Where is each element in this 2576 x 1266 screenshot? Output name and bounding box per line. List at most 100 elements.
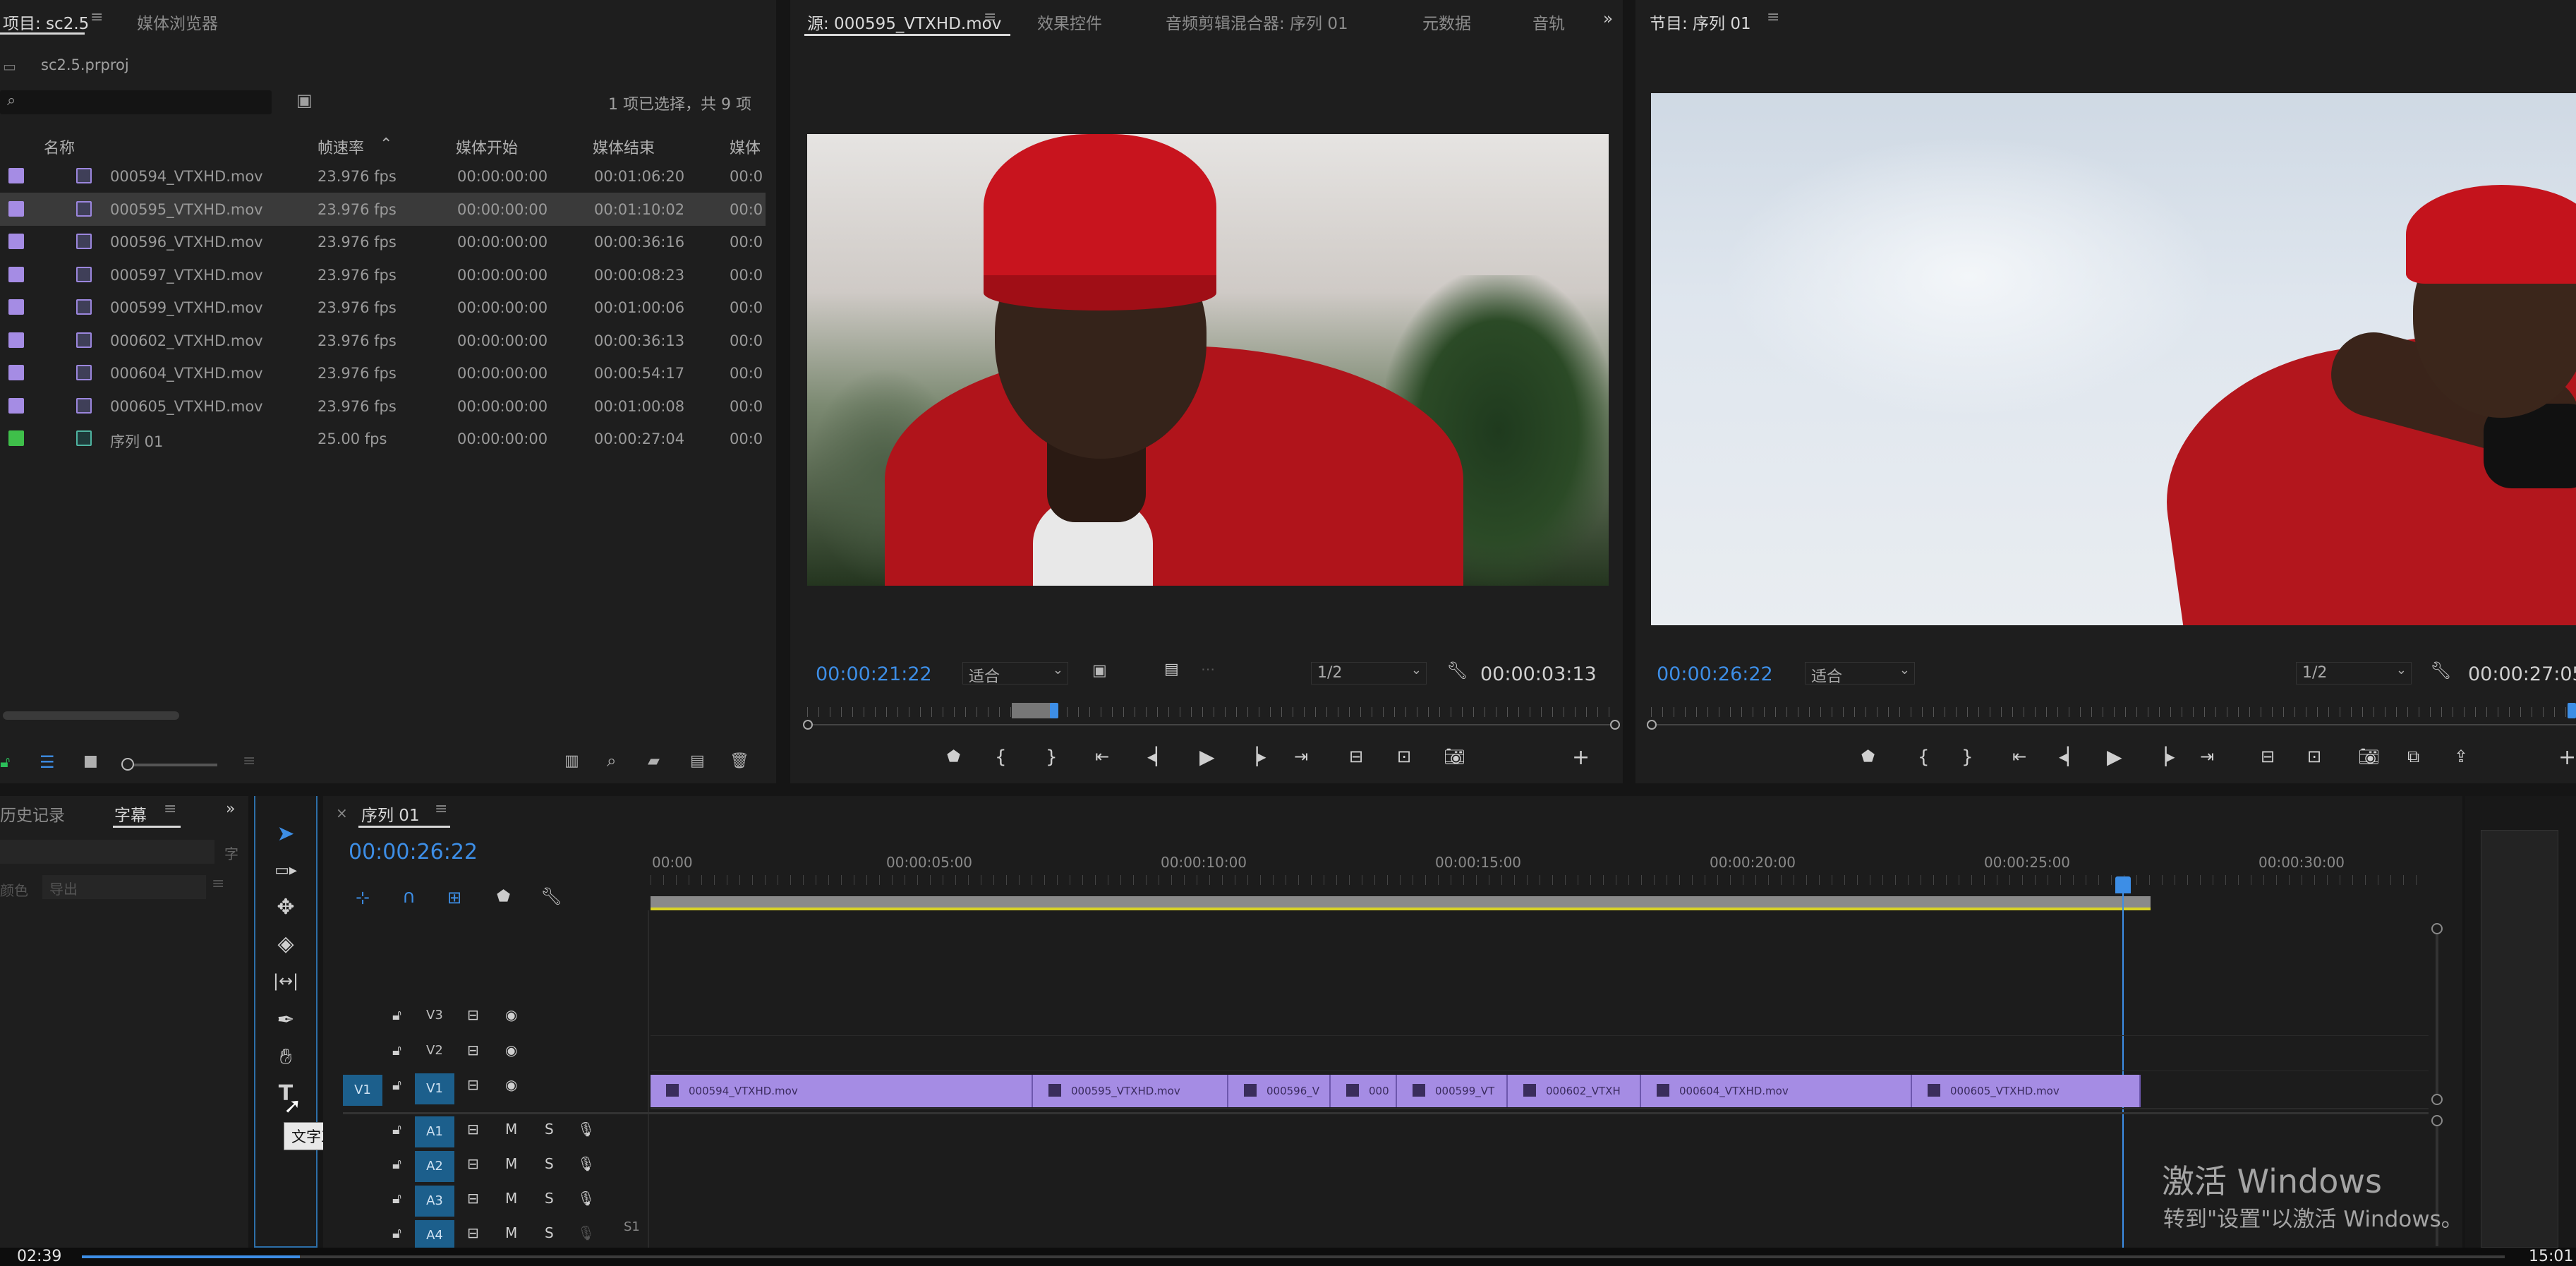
label-color-swatch[interactable] xyxy=(8,168,24,183)
mark-in-icon[interactable]: { xyxy=(995,747,1007,768)
tab-captions[interactable]: 字幕 xyxy=(114,802,147,826)
tab-project[interactable]: 项目: sc2.5 xyxy=(3,10,89,34)
timeline-close-icon[interactable]: × xyxy=(336,804,348,821)
overwrite-clip-icon[interactable]: ⊡ xyxy=(1397,747,1411,766)
ripple-edit-tool-icon[interactable]: ✥ xyxy=(270,892,301,923)
voice-over-record-icon[interactable]: 🎙︎ xyxy=(577,1190,595,1207)
source-in-out-range[interactable] xyxy=(1012,703,1051,718)
sort-ascending-icon[interactable]: ⌃ xyxy=(380,135,392,153)
label-color-swatch[interactable] xyxy=(8,365,24,380)
linked-selection-icon[interactable]: ⊞ xyxy=(447,888,461,908)
mark-in-icon[interactable]: { xyxy=(1918,747,1930,768)
voice-over-record-icon[interactable]: 🎙︎ xyxy=(577,1155,595,1172)
project-list-item[interactable]: 000602_VTXHD.mov 23.976 fps 00:00:00:00 00:… xyxy=(0,324,766,357)
go-to-in-icon[interactable]: ⇤ xyxy=(1095,747,1109,766)
more-panels-icon[interactable]: » xyxy=(1603,10,1613,28)
sync-lock-icon[interactable]: ⊟ xyxy=(467,1155,479,1172)
program-current-timecode[interactable]: 00:00:26:22 xyxy=(1657,663,1773,685)
timeline-clip[interactable]: 000599_VT xyxy=(1397,1075,1508,1107)
timeline-clip[interactable]: 000604_VTXHD.mov xyxy=(1641,1075,1912,1107)
add-marker-icon[interactable]: ⬟ xyxy=(947,748,960,766)
project-list-item[interactable]: 000605_VTXHD.mov 23.976 fps 00:00:00:00 00:… xyxy=(0,390,766,423)
sync-lock-icon[interactable]: ⊟ xyxy=(467,1224,479,1241)
track-lock-icon[interactable]: 🔓︎ xyxy=(392,1224,401,1241)
project-scrollbar[interactable] xyxy=(3,711,179,720)
export-frame-icon[interactable]: 📷︎ xyxy=(1444,747,1465,766)
tab-program[interactable]: 节目: 序列 01 xyxy=(1650,10,1751,34)
source-playhead[interactable] xyxy=(1050,703,1058,718)
hand-tool-icon[interactable]: ✋︎ xyxy=(270,1042,301,1073)
mark-out-icon[interactable]: } xyxy=(1046,747,1058,768)
clear-icon[interactable]: 🗑︎ xyxy=(730,752,749,770)
mute-button[interactable]: M xyxy=(505,1224,517,1241)
track-target-a3[interactable]: A3 xyxy=(415,1186,454,1217)
drag-audio-icon[interactable]: ⋯ xyxy=(1201,661,1215,677)
track-select-tool-icon[interactable]: ▭▸ xyxy=(270,855,301,886)
search-input[interactable]: ⌕ xyxy=(0,90,272,114)
label-color-swatch[interactable] xyxy=(8,299,24,315)
source-patch-v1[interactable]: V1 xyxy=(343,1075,382,1106)
play-icon[interactable]: ▶ xyxy=(1199,745,1215,768)
track-target-a4[interactable]: A4 xyxy=(415,1220,454,1251)
go-to-out-icon[interactable]: ⇥ xyxy=(2200,747,2214,766)
menu-icon[interactable]: ≡ xyxy=(90,8,103,26)
lock-icon[interactable]: 🔓︎ xyxy=(0,754,10,771)
wrench-icon[interactable]: 🔧︎ xyxy=(1446,661,1468,680)
label-color-swatch[interactable] xyxy=(8,430,24,446)
project-list-item[interactable]: 000599_VTXHD.mov 23.976 fps 00:00:00:00 00:… xyxy=(0,291,766,324)
mark-out-icon[interactable]: } xyxy=(1961,747,1973,768)
work-area-bar[interactable] xyxy=(651,896,2151,910)
sort-icon[interactable]: ≡ xyxy=(243,752,255,770)
extract-icon[interactable]: ⊡ xyxy=(2307,747,2321,766)
automate-icon[interactable]: ▥ xyxy=(564,752,579,770)
source-fit-dropdown[interactable]: 适合 ⌄ xyxy=(962,662,1068,686)
eye-icon[interactable]: ◉ xyxy=(505,1076,517,1093)
add-marker-timeline-icon[interactable]: ⬟ xyxy=(497,888,510,905)
label-color-swatch[interactable] xyxy=(8,234,24,249)
add-marker-icon[interactable]: ⬟ xyxy=(1861,748,1875,766)
track-lock-icon[interactable]: 🔓︎ xyxy=(392,1006,401,1023)
step-forward-icon[interactable]: ▕▸ xyxy=(2153,747,2175,766)
track-label[interactable]: V2 xyxy=(426,1043,443,1058)
timeline-settings-icon[interactable]: 🔧︎ xyxy=(540,886,562,906)
program-menu-icon[interactable]: ≡ xyxy=(1767,8,1779,26)
project-list-item[interactable]: 000604_VTXHD.mov 23.976 fps 00:00:00:00 00:… xyxy=(0,356,766,390)
sync-lock-icon[interactable]: ⊟ xyxy=(467,1042,479,1059)
zoom-slider-handle[interactable] xyxy=(121,758,134,771)
new-bin-bottom-icon[interactable]: ▰ xyxy=(648,752,660,770)
timeline-clip[interactable]: 000596_V xyxy=(1228,1075,1331,1107)
source-resolution-dropdown[interactable]: 1/2 ⌄ xyxy=(1311,662,1427,685)
tab-metadata[interactable]: 元数据 xyxy=(1422,10,1471,34)
label-color-swatch[interactable] xyxy=(8,266,24,282)
tab-effect-controls[interactable]: 效果控件 xyxy=(1037,10,1102,34)
track-label[interactable]: V3 xyxy=(426,1008,443,1023)
track-lock-icon[interactable]: 🔓︎ xyxy=(392,1121,401,1138)
program-scrub-bar[interactable] xyxy=(1647,703,2576,731)
vertical-scrollbar-video[interactable] xyxy=(2436,934,2438,1094)
solo-button[interactable]: S xyxy=(545,1224,554,1241)
track-target-a2[interactable]: A2 xyxy=(415,1151,454,1182)
program-playhead[interactable] xyxy=(2568,703,2576,718)
col-name[interactable]: 名称 xyxy=(44,135,75,158)
selection-tool-icon[interactable]: ➤ xyxy=(270,819,301,850)
eye-icon[interactable]: ◉ xyxy=(505,1006,517,1023)
find-icon[interactable]: ⌕ xyxy=(607,751,616,771)
sync-lock-icon[interactable]: ⊟ xyxy=(467,1121,479,1138)
add-button-icon[interactable]: + xyxy=(2558,745,2576,770)
step-back-icon[interactable]: ◂▏ xyxy=(1147,747,1169,766)
program-wrench-icon[interactable]: 🔧︎ xyxy=(2430,661,2451,680)
timeline-clip[interactable]: 000602_VTXH xyxy=(1508,1075,1641,1107)
caption-field[interactable] xyxy=(0,840,214,864)
project-list-item[interactable]: 000597_VTXHD.mov 23.976 fps 00:00:00:00 00:… xyxy=(0,258,766,291)
track-target-v1[interactable]: V1 xyxy=(415,1073,454,1104)
comparison-view-icon[interactable]: ⧉ xyxy=(2407,747,2419,766)
insert-icon[interactable]: ▤ xyxy=(1164,661,1179,678)
tab-sequence[interactable]: 序列 01 xyxy=(361,802,420,826)
label-color-swatch[interactable] xyxy=(8,332,24,348)
source-menu-icon[interactable]: ≡ xyxy=(984,8,996,26)
new-bin-icon[interactable]: ▣ xyxy=(296,90,313,110)
project-list-item[interactable]: 序列 01 25.00 fps 00:00:00:00 00:00:27:04 00:0 xyxy=(0,422,766,455)
voice-over-record-icon[interactable]: 🎙︎ xyxy=(577,1224,595,1241)
timeline-clip[interactable]: 000605_VTXHD.mov xyxy=(1912,1075,2141,1107)
mute-button[interactable]: M xyxy=(505,1155,517,1172)
